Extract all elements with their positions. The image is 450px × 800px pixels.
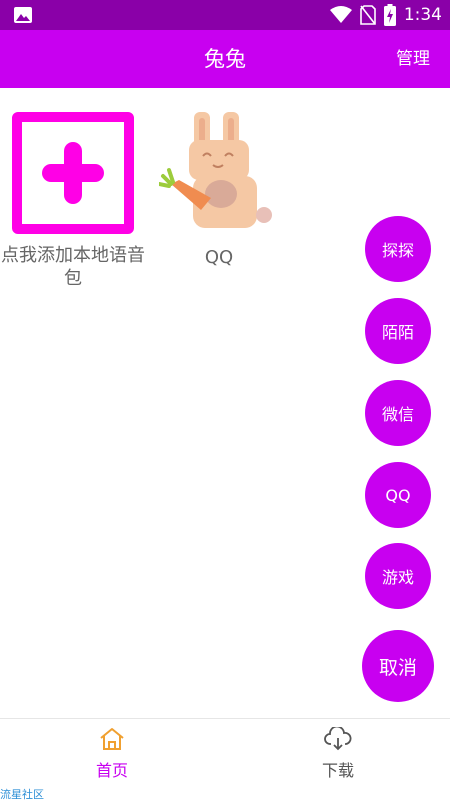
no-sim-icon — [360, 5, 376, 25]
status-bar: 1:34 — [0, 0, 450, 30]
fab-explore-button[interactable]: 探探 — [365, 216, 431, 282]
bottom-tab-bar: 首页 下载 — [0, 718, 450, 800]
home-icon — [100, 728, 124, 750]
qq-voice-pack-label: QQ — [204, 247, 234, 268]
watermark-text: 流星社区 — [0, 788, 44, 800]
qq-voice-pack-tile[interactable]: QQ — [146, 106, 292, 269]
fab-cancel-button[interactable]: 取消 — [362, 630, 434, 702]
fab-qq-button[interactable]: QQ — [365, 462, 431, 528]
battery-charging-icon — [383, 4, 396, 26]
page-title: 兔兔 — [204, 47, 246, 71]
cloud-download-icon — [324, 725, 352, 751]
image-icon — [14, 7, 32, 23]
fab-momo-button[interactable]: 陌陌 — [365, 298, 431, 364]
tab-home[interactable]: 首页 — [62, 727, 162, 781]
tab-home-label: 首页 — [95, 761, 128, 780]
add-voice-pack-label: 点我添加本地语音包 — [1, 245, 145, 289]
fab-wechat-button[interactable]: 微信 — [365, 380, 431, 446]
wifi-icon — [329, 6, 352, 23]
manage-button[interactable]: 管理 — [396, 30, 430, 88]
add-voice-pack-tile[interactable]: 点我添加本地语音包 — [0, 106, 146, 290]
app-bar: 兔兔 管理 — [0, 30, 450, 88]
fab-games-button[interactable]: 游戏 — [365, 543, 431, 609]
plus-box-icon — [12, 112, 134, 234]
bunny-carrot-icon — [159, 112, 272, 228]
tab-download[interactable]: 下载 — [288, 725, 388, 781]
tab-download-label: 下载 — [321, 761, 354, 780]
status-time: 1:34 — [403, 5, 442, 25]
